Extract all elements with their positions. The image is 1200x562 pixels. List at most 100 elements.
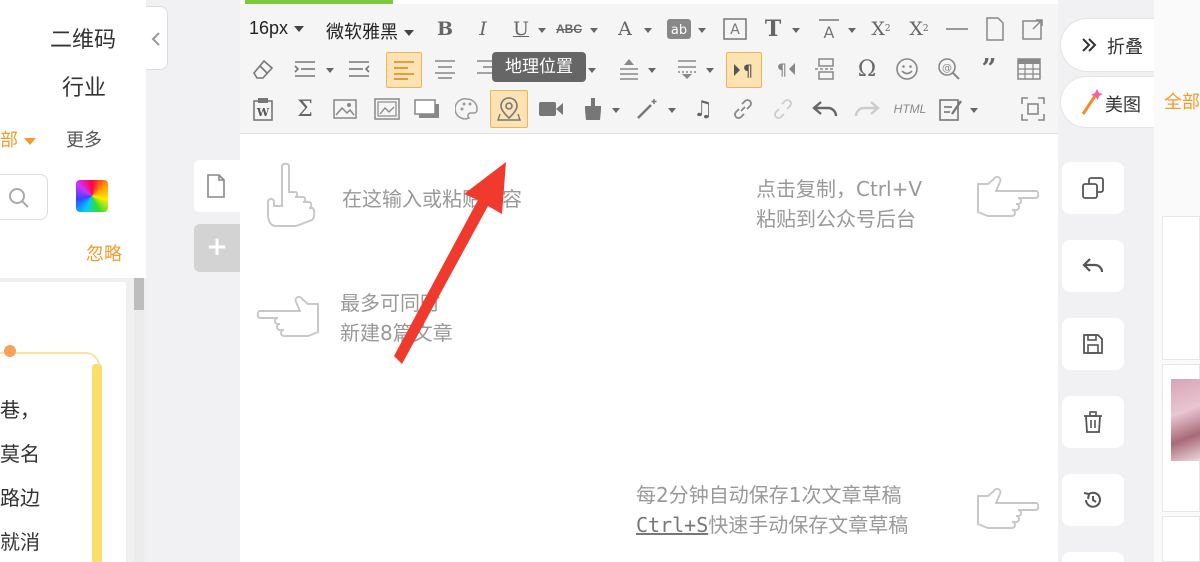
search-button[interactable] xyxy=(0,174,48,220)
html-source-button[interactable]: HTML xyxy=(890,94,930,124)
ignore-button[interactable]: 忽略 xyxy=(86,240,122,266)
page-button[interactable] xyxy=(980,14,1010,44)
all-filter-dropdown[interactable]: 部 xyxy=(0,126,36,152)
superscript-button[interactable]: X2 xyxy=(866,14,896,44)
chevron-down-icon[interactable] xyxy=(588,68,596,73)
multi-image-button[interactable] xyxy=(372,94,402,124)
ltr-button[interactable]: ¶ xyxy=(726,52,762,88)
qr-code-tab[interactable]: 二维码 xyxy=(50,22,116,54)
paragraph-ltr-icon: ¶ xyxy=(734,61,753,80)
line-height-button[interactable] xyxy=(614,54,644,84)
chevron-down-icon[interactable] xyxy=(970,108,978,113)
delete-button[interactable] xyxy=(1062,396,1124,448)
chevron-down-icon[interactable] xyxy=(698,28,706,33)
horizontal-rule-button[interactable] xyxy=(942,14,972,44)
add-article-button[interactable]: + xyxy=(194,224,240,272)
indent-icon xyxy=(294,61,315,77)
chevron-down-icon[interactable] xyxy=(848,28,856,33)
strikethrough-button[interactable]: ABC xyxy=(554,14,584,44)
mention-button[interactable]: @ xyxy=(934,54,964,84)
all-filter-label: 部 xyxy=(0,130,18,151)
export-icon xyxy=(1022,19,1043,40)
preview-thumbnail[interactable] xyxy=(1162,364,1200,512)
outdent-button[interactable] xyxy=(344,54,374,84)
emoji-button[interactable] xyxy=(892,54,922,84)
font-color-button[interactable]: A xyxy=(610,14,640,44)
text-style-button[interactable]: T xyxy=(758,14,788,44)
save-button[interactable] xyxy=(1062,318,1124,370)
palette-button[interactable] xyxy=(452,94,482,124)
image-button[interactable] xyxy=(330,94,360,124)
format-painter-button[interactable] xyxy=(578,94,608,124)
unlink-button[interactable] xyxy=(768,94,798,124)
music-button[interactable]: ♫ xyxy=(688,94,718,124)
subscript-button[interactable]: X2 xyxy=(904,14,934,44)
rtl-button[interactable]: ¶ xyxy=(770,54,800,84)
word-import-button[interactable]: W xyxy=(248,94,278,124)
industry-tab[interactable]: 行业 xyxy=(62,70,106,102)
video-button[interactable] xyxy=(536,94,566,124)
reply-button[interactable] xyxy=(1062,240,1124,292)
bold-button[interactable]: B xyxy=(430,14,460,44)
font-size-select[interactable]: 16px xyxy=(249,18,305,39)
chevron-down-icon[interactable] xyxy=(792,28,800,33)
chevron-down-icon[interactable] xyxy=(706,68,714,73)
beautify-button[interactable]: 美图 xyxy=(1060,76,1154,128)
preview-thumbnail[interactable] xyxy=(1162,516,1200,562)
letter-spacing-button[interactable]: A xyxy=(814,14,844,44)
align-left-button[interactable] xyxy=(386,52,422,88)
article-tab[interactable] xyxy=(194,160,240,212)
align-center-icon xyxy=(435,60,455,79)
scrollbar-track[interactable] xyxy=(134,278,144,562)
magic-wand-button[interactable] xyxy=(632,94,662,124)
location-button[interactable] xyxy=(490,90,528,128)
indent-button[interactable] xyxy=(290,54,320,84)
horizontal-rule-icon xyxy=(946,28,968,30)
chevron-down-icon[interactable] xyxy=(590,28,598,33)
background-color-button[interactable]: ab xyxy=(664,14,694,44)
italic-button[interactable]: I xyxy=(468,14,498,44)
collapse-left-panel-button[interactable] xyxy=(146,6,168,70)
chevron-down-icon[interactable] xyxy=(648,68,656,73)
paragraph-spacing-button[interactable] xyxy=(672,54,702,84)
text-border-button[interactable]: A xyxy=(720,14,750,44)
formula-button[interactable]: Σ xyxy=(290,94,320,124)
chevron-down-icon xyxy=(404,30,414,37)
page-break-button[interactable] xyxy=(810,54,840,84)
boxed-a-icon: A xyxy=(723,18,747,40)
highlight-icon: ab xyxy=(667,19,691,39)
chevron-down-icon[interactable] xyxy=(538,28,546,33)
undo-button[interactable] xyxy=(810,94,840,124)
align-center-button[interactable] xyxy=(430,54,460,84)
link-button[interactable] xyxy=(728,94,758,124)
special-char-button[interactable]: Ω xyxy=(852,54,882,84)
chevron-down-icon[interactable] xyxy=(644,28,652,33)
export-button[interactable] xyxy=(1018,14,1048,44)
history-button[interactable] xyxy=(1062,474,1124,526)
beautify-label: 美图 xyxy=(1105,95,1141,116)
collapse-toolbar-button[interactable]: 折叠 xyxy=(1060,18,1154,72)
at-search-icon: @ xyxy=(938,58,960,80)
fullscreen-button[interactable] xyxy=(1018,94,1048,124)
all-templates-link[interactable]: 全部 xyxy=(1164,88,1200,114)
edit-template-button[interactable] xyxy=(936,94,966,124)
color-picker-icon[interactable] xyxy=(76,180,108,212)
preview-thumbnail[interactable] xyxy=(1162,216,1200,360)
word-icon: W xyxy=(253,98,273,121)
more-button[interactable]: 更多 xyxy=(66,126,102,152)
card-dot xyxy=(4,345,16,357)
chevron-down-icon[interactable] xyxy=(668,108,676,113)
chevron-down-icon[interactable] xyxy=(326,68,334,73)
blockquote-button[interactable]: ” xyxy=(974,54,1004,84)
paragraph-rtl-icon: ¶ xyxy=(777,60,795,79)
eraser-button[interactable] xyxy=(248,54,278,84)
more-tools-button[interactable] xyxy=(1062,552,1124,562)
underline-button[interactable]: U xyxy=(506,14,536,44)
shadow-box-button[interactable] xyxy=(412,94,442,124)
chevron-down-icon[interactable] xyxy=(612,108,620,113)
redo-button[interactable] xyxy=(852,94,882,124)
scrollbar-thumb[interactable] xyxy=(134,278,144,310)
copy-button[interactable] xyxy=(1062,162,1124,214)
font-family-select[interactable]: 微软雅黑 xyxy=(326,18,414,44)
table-button[interactable] xyxy=(1014,54,1044,84)
